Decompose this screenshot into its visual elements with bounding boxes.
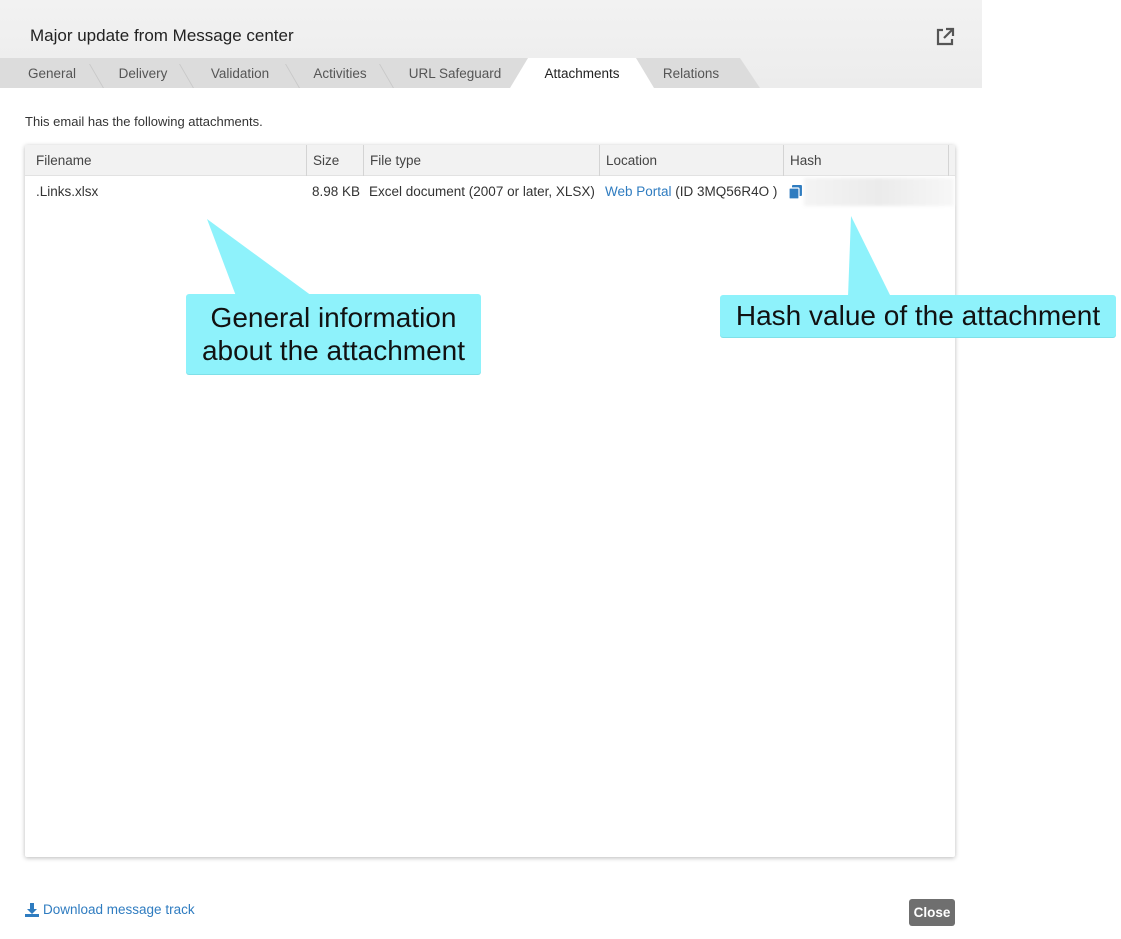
hash-value-redacted [804, 178, 954, 206]
message-details-dialog: Major update from Message center General… [0, 0, 982, 939]
table-header: Filename Size File type Location Hash [25, 145, 955, 176]
cell-file-type: Excel document (2007 or later, XLSX) [369, 184, 595, 199]
column-header-file-type[interactable]: File type [363, 145, 599, 176]
download-icon [25, 902, 39, 917]
column-header-hash[interactable]: Hash [783, 145, 949, 176]
table-row[interactable]: .Links.xlsx 8.98 KB Excel document (2007… [25, 176, 955, 207]
tab-activities[interactable]: Activities [296, 58, 384, 88]
tab-url-safeguard[interactable]: URL Safeguard [390, 58, 520, 88]
cell-location: Web Portal (ID 3MQ56R4O ) [605, 176, 777, 207]
web-portal-link[interactable]: Web Portal [605, 184, 672, 199]
callout-general-info: General information about the attachment [186, 294, 481, 374]
tab-validation[interactable]: Validation [190, 58, 290, 88]
cell-size: 8.98 KB [312, 184, 361, 199]
dialog-header: Major update from Message center General… [0, 0, 982, 88]
column-header-size[interactable]: Size [306, 145, 363, 176]
tab-general[interactable]: General [8, 58, 96, 88]
tab-attachments[interactable]: Attachments [510, 58, 654, 88]
dialog-title: Major update from Message center [30, 26, 294, 45]
close-button[interactable]: Close [909, 899, 955, 926]
attachments-table: Filename Size File type Location Hash .L… [25, 145, 955, 857]
tab-bar: General Delivery Validation Activities U… [0, 58, 982, 88]
location-id: (ID 3MQ56R4O ) [675, 184, 778, 199]
tab-delivery[interactable]: Delivery [100, 58, 186, 88]
download-link-label: Download message track [43, 902, 195, 917]
copy-icon[interactable] [789, 185, 802, 199]
popout-icon[interactable] [934, 26, 956, 48]
download-message-track-link[interactable]: Download message track [25, 902, 195, 917]
attachments-intro-text: This email has the following attachments… [25, 114, 263, 129]
cell-filename: .Links.xlsx [36, 184, 99, 199]
callout-hash-value: Hash value of the attachment [720, 295, 1116, 337]
column-header-location[interactable]: Location [599, 145, 783, 176]
tab-relations[interactable]: Relations [650, 58, 732, 88]
column-header-filename[interactable]: Filename [25, 145, 306, 176]
